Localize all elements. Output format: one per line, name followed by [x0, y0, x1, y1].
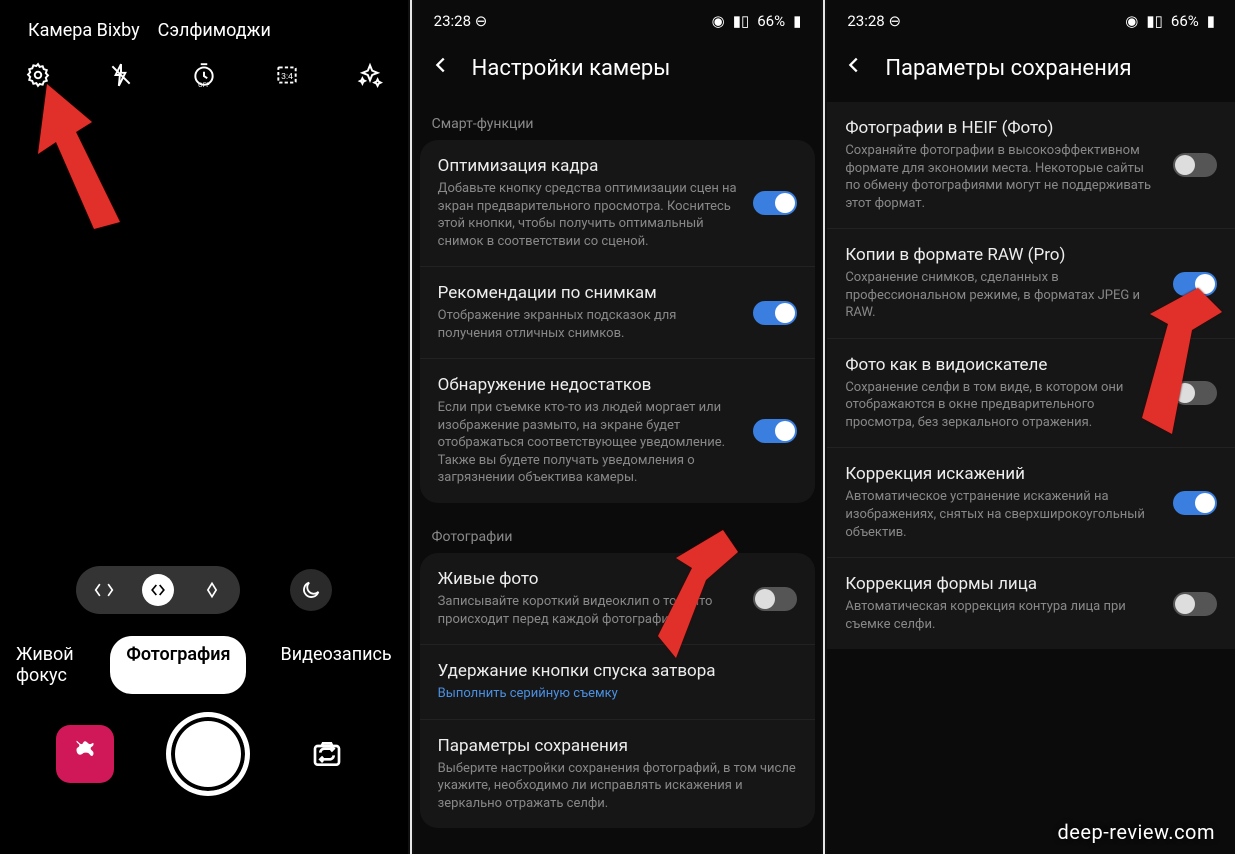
bixby-vision-link[interactable]: Камера Bixby — [28, 20, 140, 41]
battery-icon: ▮ — [793, 12, 801, 30]
statusbar-time: 23:28 — [847, 12, 884, 30]
mode-photo[interactable]: Фотография — [110, 636, 246, 694]
back-button[interactable] — [843, 54, 865, 82]
camera-modes[interactable]: Живой фокус Фотография Видеозапись — [0, 628, 408, 712]
night-mode-icon[interactable] — [290, 569, 332, 611]
page-title: Параметры сохранения — [885, 56, 1131, 81]
gallery-thumbnail[interactable] — [56, 725, 114, 783]
zoom-selector[interactable] — [76, 566, 240, 614]
battery-text: 66% — [757, 12, 785, 30]
zoom-ultrawide-icon[interactable] — [88, 574, 120, 606]
signal-icon: ▮▯ — [1146, 12, 1163, 30]
setting-raw-copies[interactable]: Копии в формате RAW (Pro)Сохранение сним… — [827, 229, 1235, 339]
timer-off-icon[interactable]: OFF — [190, 61, 218, 89]
toggle-motion-photos[interactable] — [753, 587, 797, 611]
statusbar-time: 23:28 — [434, 12, 471, 30]
battery-text: 66% — [1171, 12, 1199, 30]
filters-icon[interactable] — [356, 61, 384, 89]
settings-gear-icon[interactable] — [24, 61, 52, 89]
shutter-button[interactable] — [166, 712, 250, 796]
setting-flaw-detection[interactable]: Обнаружение недостатковЕсли при съемке к… — [420, 359, 816, 503]
flash-off-icon[interactable] — [107, 61, 135, 89]
setting-as-viewfinder[interactable]: Фото как в видоискателеСохранение селфи … — [827, 339, 1235, 449]
aspect-ratio-icon[interactable]: 3:4 — [273, 61, 301, 89]
svg-text:OFF: OFF — [198, 81, 210, 88]
zoom-tele-icon[interactable] — [196, 574, 228, 606]
back-button[interactable] — [430, 54, 452, 82]
signal-icon: ▮▯ — [733, 12, 750, 30]
camera-viewfinder[interactable] — [0, 95, 408, 566]
section-smart: Смарт-функции — [414, 102, 822, 140]
toggle-flaw-detection[interactable] — [753, 419, 797, 443]
setting-hold-shutter[interactable]: Удержание кнопки спуска затвораВыполнить… — [420, 645, 816, 720]
dnd-icon: ⊖ — [888, 12, 901, 30]
watermark: deep-review.com — [1058, 820, 1215, 844]
mode-live-focus[interactable]: Живой фокус — [0, 636, 92, 694]
wifi-icon: ◉ — [1125, 12, 1138, 30]
toggle-raw-copies[interactable] — [1173, 272, 1217, 296]
toggle-as-viewfinder[interactable] — [1173, 381, 1217, 405]
setting-shot-suggestions[interactable]: Рекомендации по снимкамОтображение экран… — [420, 267, 816, 359]
setting-heif[interactable]: Фотографии в HEIF (Фото)Сохраняйте фотог… — [827, 102, 1235, 229]
page-title: Настройки камеры — [472, 56, 671, 81]
section-photos: Фотографии — [414, 515, 822, 553]
switch-camera-icon[interactable] — [302, 729, 352, 779]
dnd-icon: ⊖ — [475, 12, 488, 30]
battery-icon: ▮ — [1207, 12, 1215, 30]
selfimoji-link[interactable]: Сэлфимоджи — [158, 20, 271, 41]
setting-motion-photos[interactable]: Живые фотоЗаписывайте короткий видеоклип… — [420, 553, 816, 645]
toggle-face-shape-correction[interactable] — [1173, 592, 1217, 616]
toggle-heif[interactable] — [1173, 153, 1217, 177]
svg-text:3:4: 3:4 — [281, 72, 293, 82]
setting-distortion-correction[interactable]: Коррекция искаженийАвтоматическое устран… — [827, 448, 1235, 558]
wifi-icon: ◉ — [712, 12, 725, 30]
section-video: Видео — [414, 840, 822, 854]
setting-scene-optimizer[interactable]: Оптимизация кадраДобавьте кнопку средств… — [420, 140, 816, 267]
setting-face-shape-correction[interactable]: Коррекция формы лицаАвтоматическая корре… — [827, 558, 1235, 649]
mode-video[interactable]: Видеозапись — [264, 636, 407, 694]
toggle-scene-optimizer[interactable] — [753, 191, 797, 215]
setting-save-options[interactable]: Параметры сохраненияВыберите настройки с… — [420, 720, 816, 829]
toggle-distortion-correction[interactable] — [1173, 491, 1217, 515]
toggle-shot-suggestions[interactable] — [753, 301, 797, 325]
zoom-wide-icon[interactable] — [142, 574, 174, 606]
